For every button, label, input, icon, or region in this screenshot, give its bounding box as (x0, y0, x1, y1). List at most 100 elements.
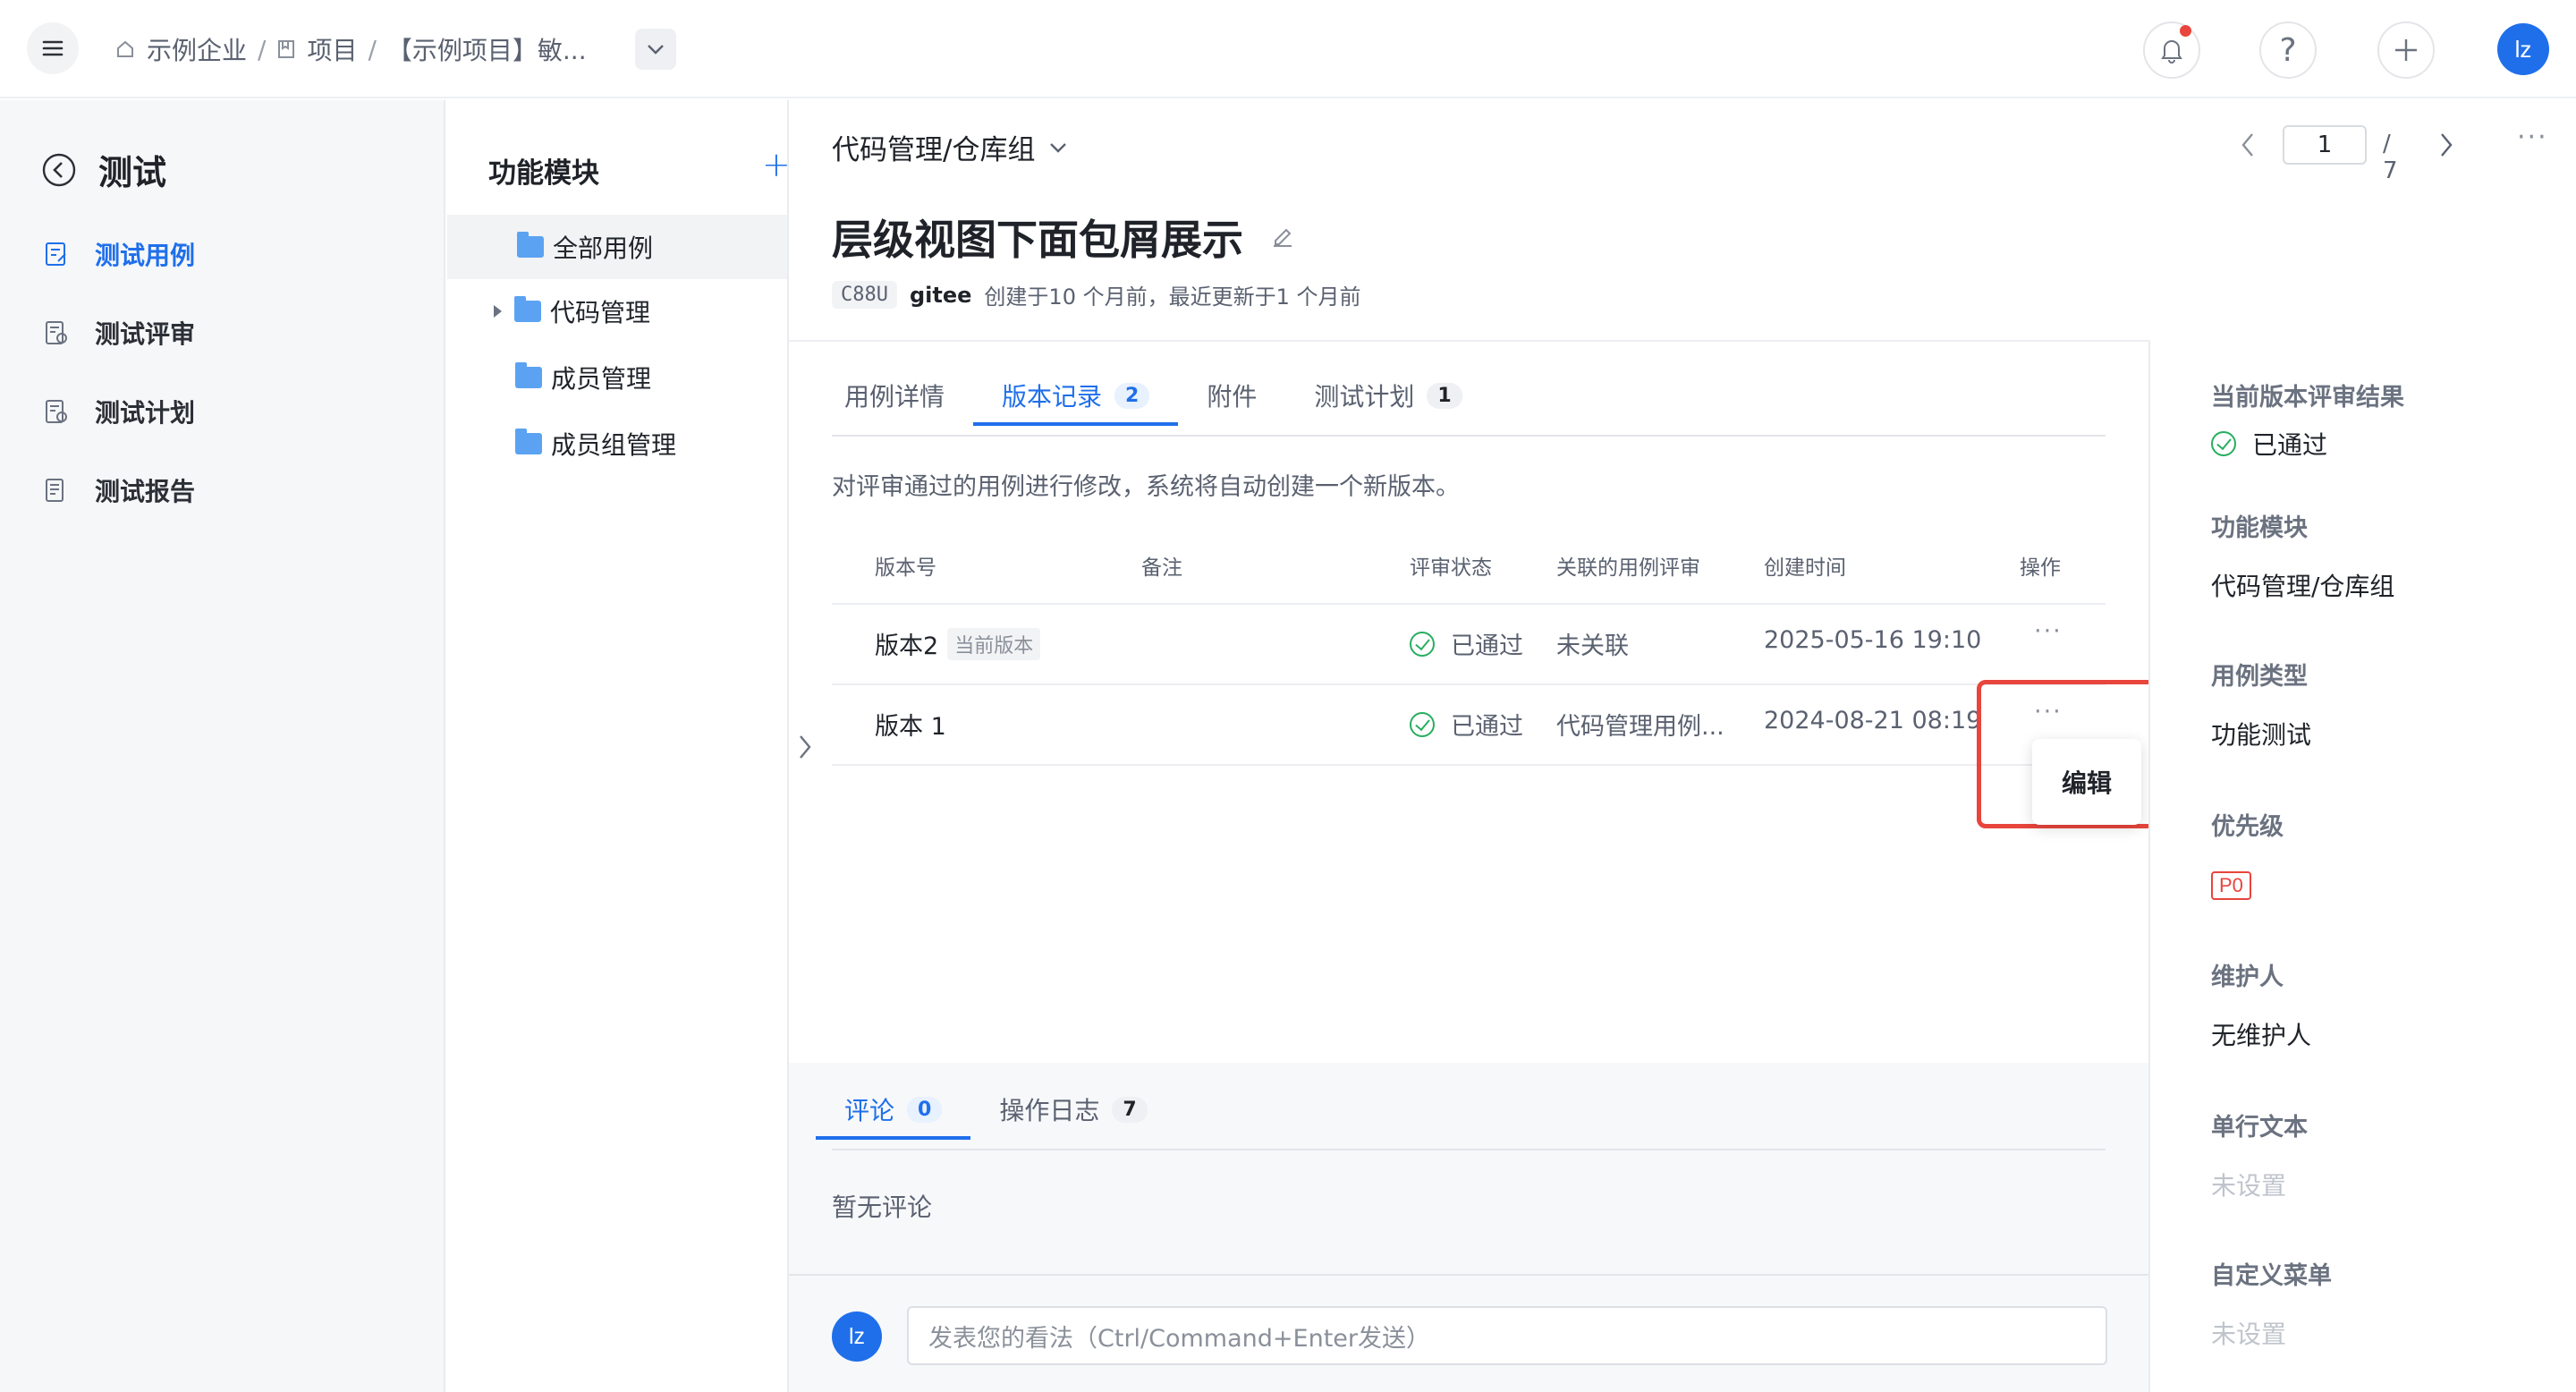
version-cell[interactable]: 版本 1 (875, 707, 946, 742)
status-label: 已通过 (1451, 632, 1523, 660)
test-case-icon (46, 242, 66, 266)
case-header: 代码管理/仓库组 1 / 7 ··· (789, 100, 2546, 195)
prop-label: 维护人 (2211, 963, 2284, 991)
properties-panel: 当前版本评审结果 已通过 功能模块 代码管理/仓库组 用例类型 功能测试 优先级… (2148, 342, 2576, 1392)
tab-count: 2 (1114, 382, 1150, 409)
nav-back[interactable]: 测试 (41, 145, 166, 194)
tree-item-code[interactable]: 代码管理 (447, 279, 787, 344)
more-options-icon[interactable]: ··· (2517, 122, 2548, 153)
module-path: 代码管理/仓库组 (832, 134, 1036, 166)
tab-comments[interactable]: 评论 0 (816, 1082, 971, 1140)
chevron-down-icon (648, 45, 664, 55)
review-icon (46, 321, 67, 344)
project-icon (278, 40, 295, 58)
table-divider (832, 764, 2106, 766)
nav-item-label: 测试报告 (95, 477, 196, 506)
prop-label: 当前版本评审结果 (2211, 384, 2404, 412)
breadcrumb-projects[interactable]: 项目 (307, 31, 357, 67)
breadcrumb-project[interactable]: 【示例项目】敏... (387, 31, 587, 67)
review-cell[interactable]: 代码管理用例... (1556, 707, 1724, 742)
version-cell[interactable]: 版本2 当前版本 (875, 626, 1041, 661)
create-button[interactable] (2377, 21, 2435, 79)
tab-version-history[interactable]: 版本记录 2 (973, 369, 1179, 426)
nav-item-test-report[interactable]: 测试报告 (43, 472, 195, 508)
status-label: 已通过 (1451, 713, 1523, 741)
case-timestamps: 创建于10 个月前，最近更新于1 个月前 (984, 284, 1361, 310)
prop-label: 自定义菜单 (2211, 1262, 2332, 1290)
help-button[interactable]: ? (2259, 21, 2317, 79)
time-cell: 2024-08-21 08:19 (1764, 707, 1982, 734)
folder-icon (514, 296, 541, 322)
tab-test-plan[interactable]: 测试计划 1 (1285, 369, 1490, 422)
case-title: 层级视图下面包屑展示 (832, 216, 1243, 264)
comment-avatar: lz (832, 1311, 882, 1362)
prop-label: 用例类型 (2211, 663, 2308, 691)
expand-panel-icon[interactable] (796, 732, 814, 762)
version-note: 对评审通过的用例进行修改，系统将自动创建一个新版本。 (832, 473, 1460, 501)
left-nav: 测试 测试用例 测试评审 测试计划 测试报告 (0, 100, 445, 1392)
plan-icon (46, 400, 67, 423)
edit-icon[interactable] (1270, 225, 1295, 250)
hamburger-icon (42, 40, 64, 56)
module-path-dropdown[interactable]: 代码管理/仓库组 (832, 127, 1069, 167)
notification-button[interactable] (2143, 21, 2200, 79)
column-header: 版本号 (875, 556, 936, 580)
prev-page-icon[interactable] (2240, 131, 2256, 159)
tab-count: 7 (1112, 1096, 1148, 1123)
tab-attachments[interactable]: 附件 (1178, 369, 1285, 422)
row-more-icon[interactable]: ··· (2034, 617, 2063, 645)
priority-badge[interactable]: P0 (2211, 871, 2251, 900)
tree-item-members[interactable]: 成员管理 (447, 345, 787, 410)
tab-count: 0 (907, 1096, 943, 1123)
tree-item-all[interactable]: 全部用例 (447, 215, 787, 279)
top-bar: 示例企业 / 项目 / 【示例项目】敏... ? lz (0, 0, 2576, 98)
page-total: / 7 (2383, 131, 2398, 184)
breadcrumb: 示例企业 / 项目 / 【示例项目】敏... (114, 31, 587, 67)
status-cell: 已通过 (1410, 707, 1523, 742)
nav-item-test-cases[interactable]: 测试用例 (43, 236, 195, 272)
tab-label: 用例详情 (844, 382, 945, 412)
menu-toggle-button[interactable] (27, 22, 79, 74)
single-line-text-value[interactable]: 未设置 (2211, 1167, 2286, 1202)
table-divider (832, 683, 2106, 685)
breadcrumb-org[interactable]: 示例企业 (147, 31, 247, 67)
table-divider (832, 603, 2106, 605)
review-result: 已通过 (2211, 426, 2327, 462)
caret-right-icon[interactable] (494, 305, 502, 318)
comment-input[interactable]: 发表您的看法（Ctrl/Command+Enter发送） (907, 1306, 2107, 1365)
review-cell: 未关联 (1556, 632, 1629, 660)
custom-menu-value[interactable]: 未设置 (2211, 1315, 2286, 1351)
module-value[interactable]: 代码管理/仓库组 (2211, 567, 2394, 603)
case-author: gitee (909, 282, 972, 308)
nav-item-test-plan[interactable]: 测试计划 (43, 394, 195, 429)
next-page-icon[interactable] (2438, 131, 2454, 159)
nav-item-test-review[interactable]: 测试评审 (43, 315, 195, 351)
case-type-value[interactable]: 功能测试 (2211, 716, 2311, 751)
breadcrumb-separator: / (258, 34, 267, 64)
plus-icon (2395, 39, 2417, 61)
folder-icon (515, 429, 542, 454)
folder-icon (517, 232, 544, 258)
tab-label: 版本记录 (1002, 382, 1103, 412)
tab-label: 附件 (1207, 382, 1258, 412)
project-switch-button[interactable] (635, 29, 676, 70)
edit-menu-item[interactable]: 编辑 (2032, 739, 2141, 825)
divider (789, 340, 2150, 342)
tab-activity-log[interactable]: 操作日志 7 (970, 1082, 1175, 1136)
bell-icon (2161, 40, 2182, 64)
detail-tabs: 用例详情 版本记录 2 附件 测试计划 1 (816, 369, 1491, 426)
tree-item-label: 成员组管理 (551, 430, 677, 460)
column-header: 操作 (2020, 556, 2061, 580)
tab-case-detail[interactable]: 用例详情 (816, 369, 973, 422)
maintainer-value[interactable]: 无维护人 (2211, 1016, 2311, 1052)
status-cell: 已通过 (1410, 626, 1523, 661)
case-id: C88U (832, 281, 897, 309)
report-icon (46, 479, 64, 502)
tree-item-member-groups[interactable]: 成员组管理 (447, 412, 787, 476)
breadcrumb-separator: / (368, 34, 377, 64)
tree-item-label: 成员管理 (551, 364, 652, 394)
page-input[interactable]: 1 (2283, 125, 2367, 165)
prop-label: 优先级 (2211, 813, 2284, 841)
user-avatar[interactable]: lz (2497, 23, 2549, 75)
prop-label: 单行文本 (2211, 1114, 2308, 1142)
